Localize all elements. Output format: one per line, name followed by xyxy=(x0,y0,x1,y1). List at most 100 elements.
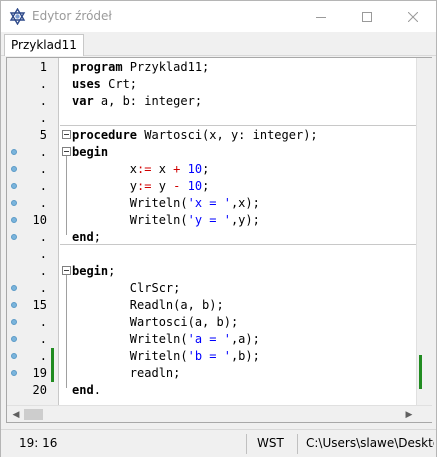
line-number[interactable]: . xyxy=(7,246,47,263)
code-token: a, b: integer; xyxy=(93,94,203,108)
minimize-button[interactable] xyxy=(298,1,344,32)
code-token: Readln(a, b); xyxy=(72,298,224,312)
line-number[interactable]: 5 xyxy=(7,127,47,144)
maximize-icon xyxy=(362,11,372,22)
code-token: 'y = ' xyxy=(187,213,231,227)
code-token: := xyxy=(137,179,152,193)
breakpoint-dot-icon[interactable] xyxy=(11,336,17,342)
code-token: ClrScr; xyxy=(72,281,181,295)
status-divider xyxy=(246,434,247,454)
code-token: begin xyxy=(72,145,109,159)
code-line[interactable]: end; xyxy=(72,229,432,246)
code-area[interactable]: program Przyklad11; uses Crt; var a, b: in… xyxy=(60,58,432,405)
title-bar[interactable]: Edytor źródeł xyxy=(1,1,436,32)
code-line[interactable]: y:= y - 10; xyxy=(72,178,432,195)
code-line[interactable]: Writeln('x = ',x); xyxy=(72,195,432,212)
insert-mode: WST xyxy=(257,436,284,450)
tab-przyklad11[interactable]: Przyklad11 xyxy=(4,34,84,56)
code-token: Przyklad11; xyxy=(122,60,210,74)
code-token: Writeln( xyxy=(72,213,188,227)
code-line[interactable]: procedure Wartosci(x, y: integer); xyxy=(72,127,432,144)
code-token: end xyxy=(72,383,94,397)
code-token: ,y); xyxy=(230,213,260,227)
code-line[interactable]: end. xyxy=(72,382,432,399)
star-of-david-icon xyxy=(9,8,26,25)
code-token: ,b); xyxy=(230,349,260,363)
code-token: procedure xyxy=(72,128,138,142)
code-token: Writeln( xyxy=(72,196,188,210)
code-line[interactable] xyxy=(72,110,432,127)
line-number[interactable]: . xyxy=(7,93,47,110)
line-number[interactable]: . xyxy=(7,76,47,93)
breakpoint-dot-icon[interactable] xyxy=(11,234,17,240)
code-line[interactable]: Wartosci(a, b); xyxy=(72,314,432,331)
code-token: Crt; xyxy=(100,77,138,91)
code-token: Wartosci(x, y: integer); xyxy=(137,128,318,142)
code-token: 'a = ' xyxy=(187,332,231,346)
line-number[interactable]: 1 xyxy=(7,59,47,76)
code-token: ; xyxy=(108,264,116,278)
fold-main-begin-icon[interactable] xyxy=(62,266,71,275)
scroll-right-icon[interactable]: ▶ xyxy=(403,409,415,420)
breakpoint-dot-icon[interactable] xyxy=(11,200,17,206)
maximize-button[interactable] xyxy=(344,1,390,32)
breakpoint-dot-icon[interactable] xyxy=(11,217,17,223)
breakpoint-dot-icon[interactable] xyxy=(11,149,17,155)
fold-line xyxy=(66,275,67,388)
horizontal-scrollbar[interactable]: ◀ ▶ xyxy=(7,405,432,422)
breakpoint-dot-icon[interactable] xyxy=(11,285,17,291)
editor-window: Edytor źródeł Przyklad11 1... 5.... 10....… xyxy=(0,0,437,457)
breakpoint-dot-icon[interactable] xyxy=(11,370,17,376)
code-line[interactable]: ClrScr; xyxy=(72,280,432,297)
code-line[interactable]: begin; xyxy=(72,263,432,280)
scroll-left-icon[interactable]: ◀ xyxy=(10,409,22,420)
code-token: begin xyxy=(72,264,109,278)
code-line[interactable]: program Przyklad11; xyxy=(72,59,432,76)
code-token: 'x = ' xyxy=(187,196,231,210)
code-line[interactable]: readln; xyxy=(72,365,432,382)
code-line[interactable]: uses Crt; xyxy=(72,76,432,93)
window-title: Edytor źródeł xyxy=(32,9,112,23)
code-token: uses xyxy=(72,77,101,91)
breakpoint-dot-icon[interactable] xyxy=(11,353,17,359)
code-token: ; xyxy=(93,230,101,244)
modified-line-marker xyxy=(51,348,54,365)
modified-line-marker xyxy=(51,365,54,382)
code-line[interactable]: Writeln('b = ',b); xyxy=(72,348,432,365)
line-number[interactable]: 20 xyxy=(7,382,47,399)
code-line[interactable]: var a, b: integer; xyxy=(72,93,432,110)
code-line[interactable] xyxy=(72,246,432,263)
line-number[interactable]: . xyxy=(7,263,47,280)
code-token: Writeln( xyxy=(72,332,188,346)
line-number-gutter[interactable]: 1... 5.... 10.... 15... 19 20 xyxy=(7,58,59,405)
vertical-scrollbar[interactable] xyxy=(416,58,432,405)
code-line[interactable]: Readln(a, b); xyxy=(72,297,432,314)
breakpoint-dot-icon[interactable] xyxy=(11,166,17,172)
code-token: 10 xyxy=(187,179,203,193)
source-editor[interactable]: 1... 5.... 10.... 15... 19 20 program Przykla… xyxy=(6,57,432,423)
code-token: Wartosci(a, b); xyxy=(72,315,239,329)
code-line[interactable]: begin xyxy=(72,144,432,161)
fold-line xyxy=(66,156,67,235)
breakpoint-dot-icon[interactable] xyxy=(11,302,17,308)
code-token: program xyxy=(72,60,123,74)
breakpoint-dot-icon[interactable] xyxy=(11,183,17,189)
breakpoint-dot-icon[interactable] xyxy=(11,319,17,325)
fold-begin-icon[interactable] xyxy=(62,147,71,156)
code-line[interactable]: x:= x + 10; xyxy=(72,161,432,178)
code-token: ,x); xyxy=(230,196,260,210)
code-line[interactable]: Writeln('a = ',a); xyxy=(72,331,432,348)
fold-procedure-icon[interactable] xyxy=(62,130,71,139)
minimize-icon xyxy=(316,16,326,18)
scroll-thumb[interactable] xyxy=(24,409,43,420)
status-bar: 19: 16 WST C:\Users\slawe\Deskto xyxy=(1,429,436,457)
code-token: ; xyxy=(202,179,210,193)
close-button[interactable] xyxy=(390,1,436,32)
code-token: . xyxy=(93,383,101,397)
code-token: end xyxy=(72,230,94,244)
line-number[interactable]: . xyxy=(7,110,47,127)
code-line[interactable]: Writeln('y = ',y); xyxy=(72,212,432,229)
code-token: y xyxy=(151,179,174,193)
